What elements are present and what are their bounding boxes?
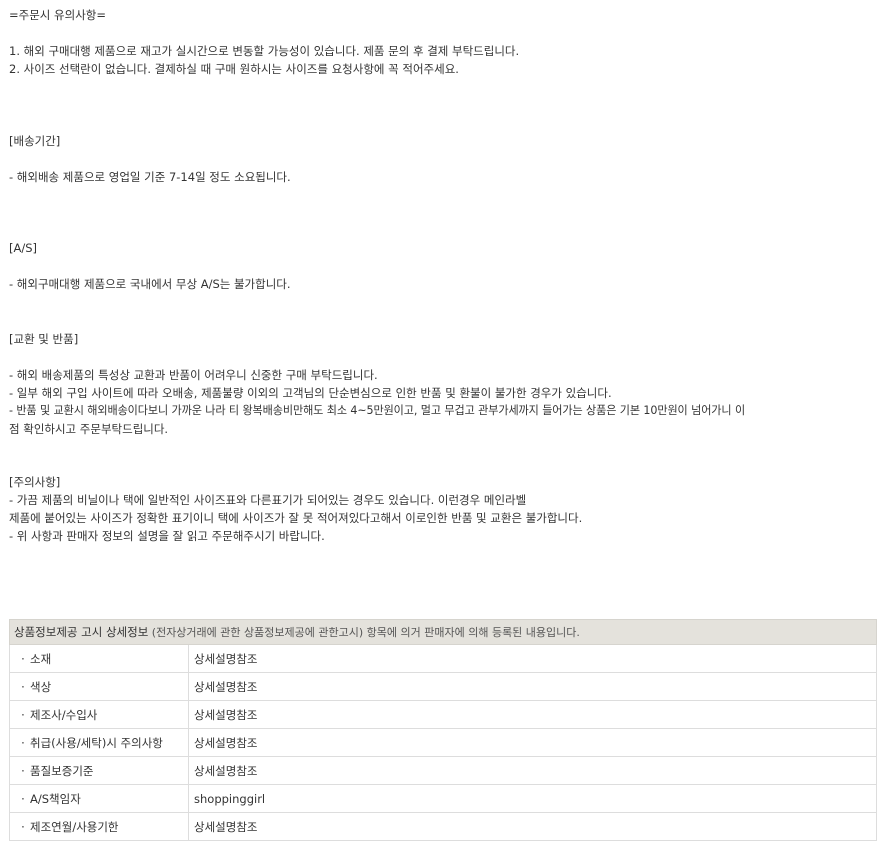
caution-line: - 가끔 제품의 비닐이나 택에 일반적인 사이즈표와 다른표기가 되어있는 경… — [9, 493, 527, 507]
row-label: A/S책임자 — [30, 791, 81, 806]
row-value: 상세설명참조 — [188, 700, 877, 729]
shipping-heading: [배송기간] — [9, 134, 61, 148]
product-info-note: 항목에 의거 판매자에 의해 등록된 내용입니다. — [363, 626, 580, 639]
caution-heading: [주의사항] — [9, 475, 61, 489]
exchange-heading: [교환 및 반품] — [9, 332, 79, 346]
caution-line: 제품에 붙어있는 사이즈가 정확한 표기이니 택에 사이즈가 잘 못 적어져있다… — [9, 511, 583, 525]
bullet-icon: · — [21, 679, 25, 694]
table-row: · 제조사/수입사 상세설명참조 — [9, 700, 877, 729]
product-info-header: 상품정보제공 고시 상세정보 (전자상거래에 관한 상품정보제공에 관한고시) … — [9, 619, 877, 645]
table-row: · 취급(사용/세탁)시 주의사항 상세설명참조 — [9, 728, 877, 757]
row-value: shoppinggirl — [188, 784, 877, 813]
row-label: 품질보증기준 — [30, 763, 94, 778]
product-info-table: · 소재 상세설명참조 · 색상 상세설명참조 · 제조사/수입사 상세설명참조 · 취… — [9, 645, 877, 841]
row-value: 상세설명참조 — [188, 645, 877, 673]
row-value: 상세설명참조 — [188, 812, 877, 841]
row-label: 소재 — [30, 651, 52, 666]
bullet-icon: · — [21, 651, 25, 666]
notice-title: =주문시 유의사항= — [9, 8, 106, 22]
row-value: 상세설명참조 — [188, 672, 877, 701]
bullet-icon: · — [21, 819, 25, 834]
bullet-icon: · — [21, 707, 25, 722]
row-label: 제조사/수입사 — [30, 707, 98, 722]
table-row: · 소재 상세설명참조 — [9, 645, 877, 673]
shipping-text: - 해외배송 제품으로 영업일 기준 7-14일 정도 소요됩니다. — [9, 170, 291, 184]
row-label: 취급(사용/세탁)시 주의사항 — [30, 735, 163, 750]
table-row: · 품질보증기준 상세설명참조 — [9, 756, 877, 785]
product-info-title: 상품정보제공 고시 상세정보 — [14, 625, 149, 639]
table-row: · 제조연월/사용기한 상세설명참조 — [9, 812, 877, 841]
table-row: · A/S책임자 shoppinggirl — [9, 784, 877, 813]
row-label: 색상 — [30, 679, 52, 694]
exchange-line: 점 확인하시고 주문부탁드립니다. — [9, 422, 169, 436]
row-label: 제조연월/사용기한 — [30, 819, 119, 834]
product-info-subtitle: (전자상거래에 관한 상품정보제공에 관한고시) — [148, 626, 364, 639]
exchange-line: - 반품 및 교환시 해외배송이다보니 가까운 나라 티 왕복배송비만해도 최소… — [9, 404, 746, 417]
table-row: · 색상 상세설명참조 — [9, 672, 877, 701]
exchange-line: - 일부 해외 구입 사이트에 따라 오배송, 제품불량 이외의 고객님의 단순… — [9, 386, 612, 400]
caution-line: - 위 사항과 판매자 정보의 설명을 잘 읽고 주문해주시기 바랍니다. — [9, 529, 325, 543]
bullet-icon: · — [21, 791, 25, 806]
as-heading: [A/S] — [9, 241, 38, 255]
bullet-icon: · — [21, 763, 25, 778]
notice-line: 2. 사이즈 선택란이 없습니다. 결제하실 때 구매 원하시는 사이즈를 요청… — [9, 62, 459, 76]
bullet-icon: · — [21, 735, 25, 750]
as-text: - 해외구매대행 제품으로 국내에서 무상 A/S는 불가합니다. — [9, 277, 291, 291]
row-value: 상세설명참조 — [188, 728, 877, 757]
product-info-section: 상품정보제공 고시 상세정보 (전자상거래에 관한 상품정보제공에 관한고시) … — [9, 619, 877, 841]
exchange-line: - 해외 배송제품의 특성상 교환과 반품이 어려우니 신중한 구매 부탁드립니… — [9, 368, 378, 382]
notice-line: 1. 해외 구매대행 제품으로 재고가 실시간으로 변동할 가능성이 있습니다.… — [9, 44, 520, 58]
row-value: 상세설명참조 — [188, 756, 877, 785]
